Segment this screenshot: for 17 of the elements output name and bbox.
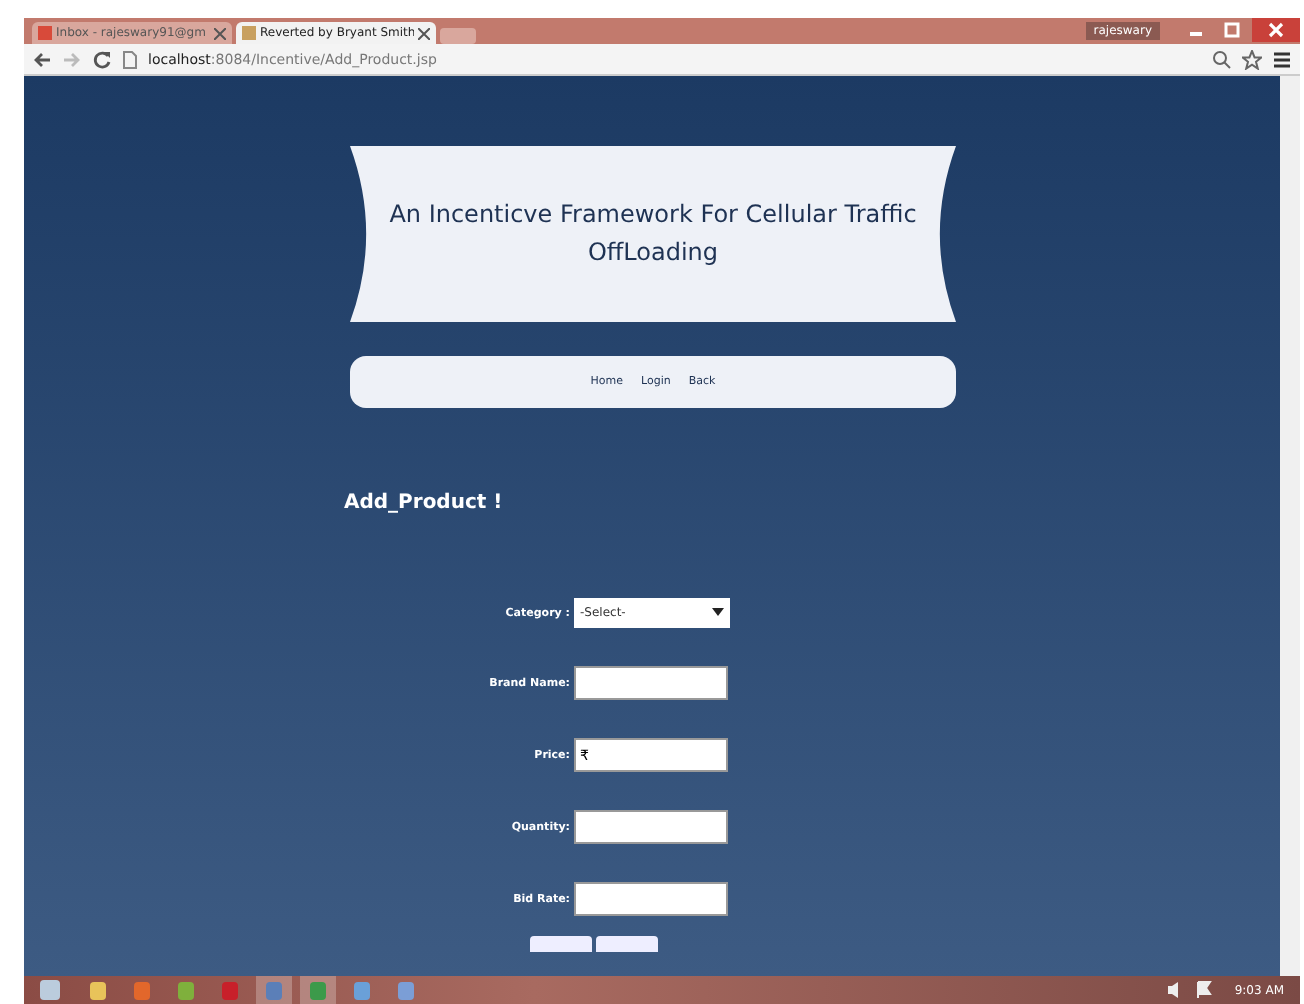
page-title: An Incenticve Framework For Cellular Traffic OffLoading <box>387 198 919 270</box>
form-heading: Add_Product ! <box>344 492 505 514</box>
zoom-icon[interactable] <box>1212 49 1232 69</box>
star-icon[interactable] <box>1242 49 1262 69</box>
reload-icon[interactable] <box>92 49 112 69</box>
caret-icon <box>712 608 724 618</box>
menu-icon[interactable] <box>1272 49 1292 69</box>
back-icon[interactable] <box>32 49 52 69</box>
forward-icon[interactable] <box>62 49 82 69</box>
input-field[interactable] <box>574 666 728 700</box>
input-field[interactable] <box>574 882 728 916</box>
close-icon[interactable] <box>214 27 226 39</box>
page-icon <box>122 49 138 69</box>
close-icon[interactable] <box>418 27 430 39</box>
input-field[interactable] <box>574 810 728 844</box>
close-icon[interactable] <box>1252 18 1300 42</box>
flag-icon[interactable] <box>1194 980 1215 1000</box>
